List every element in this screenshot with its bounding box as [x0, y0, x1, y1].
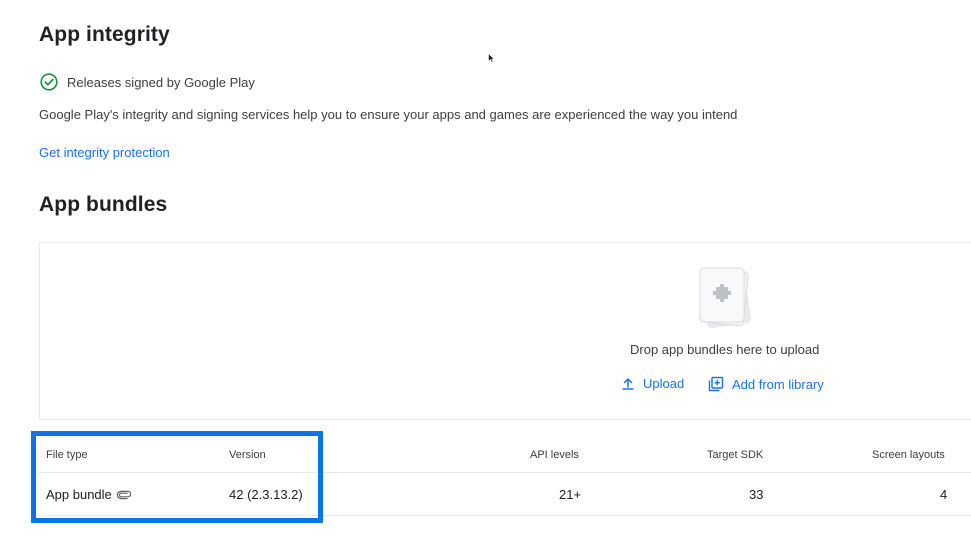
- app-bundle-illustration: [694, 266, 758, 334]
- table-row-file-type[interactable]: App bundle: [46, 487, 131, 502]
- screen-layouts-value: 4: [940, 487, 948, 502]
- column-header-file-type[interactable]: File type: [46, 449, 88, 461]
- mouse-cursor-icon: [488, 50, 496, 63]
- signed-status-text: Releases signed by Google Play: [67, 74, 255, 90]
- integrity-description: Google Play's integrity and signing serv…: [39, 107, 738, 122]
- attachment-icon: [116, 490, 131, 499]
- column-header-api-levels[interactable]: API levels: [530, 449, 579, 461]
- app-bundles-title: App bundles: [39, 193, 168, 216]
- column-header-target-sdk[interactable]: Target SDK: [707, 449, 763, 461]
- highlight-annotation: [31, 431, 323, 523]
- version-value: 42 (2.3.13.2): [229, 487, 303, 502]
- drop-instructions: Drop app bundles here to upload: [630, 342, 820, 357]
- table-divider-bottom: [39, 515, 971, 516]
- target-sdk-value: 33: [749, 487, 764, 502]
- upload-button[interactable]: Upload: [621, 376, 684, 391]
- add-from-library-label: Add from library: [732, 376, 824, 392]
- upload-icon: [622, 377, 634, 390]
- add-library-icon: [708, 376, 724, 392]
- api-levels-value: 21+: [559, 487, 582, 502]
- table-divider: [39, 472, 971, 473]
- app-integrity-title: App integrity: [39, 23, 170, 46]
- get-integrity-protection-link[interactable]: Get integrity protection: [39, 145, 170, 160]
- column-header-version[interactable]: Version: [229, 449, 266, 461]
- add-from-library-button[interactable]: Add from library: [708, 376, 824, 392]
- bundle-dropzone[interactable]: [39, 242, 971, 420]
- file-type-value: App bundle: [46, 487, 112, 502]
- upload-label: Upload: [643, 376, 685, 391]
- column-header-screen-layouts[interactable]: Screen layouts: [872, 449, 945, 461]
- check-circle-icon: [40, 73, 58, 91]
- signed-status: Releases signed by Google Play: [40, 73, 255, 91]
